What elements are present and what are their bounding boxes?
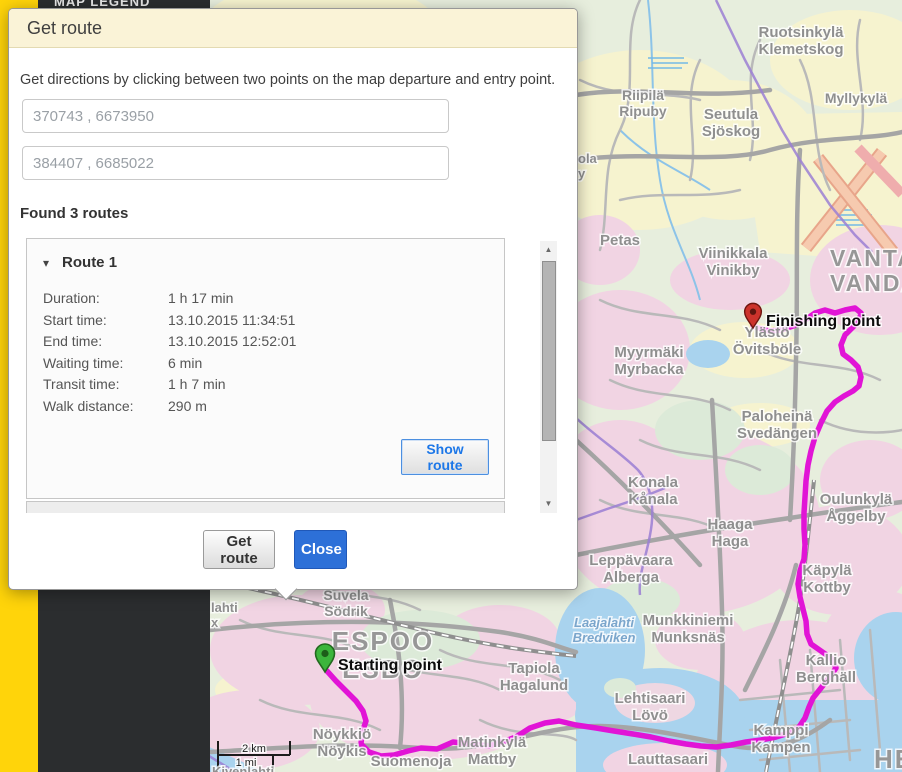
detail-label: Walk distance: (43, 396, 168, 418)
map-label: RiipiläRipuby (619, 87, 667, 119)
scrollbar-down-icon[interactable]: ▼ (540, 497, 557, 511)
collapse-caret-icon[interactable]: ▾ (43, 257, 49, 269)
map-label: Suomenoja (371, 753, 453, 770)
map-label: SeutulaSjöskog (702, 106, 760, 140)
map-label: SuvelaSödrik (323, 587, 368, 619)
map-label: VANTAAVANDA (830, 245, 902, 296)
detail-label: Duration: (43, 288, 168, 310)
map-label: HELSINKI (874, 744, 902, 772)
route-detail-row: End time:13.10.2015 12:52:01 (43, 331, 504, 353)
scrollbar-up-icon[interactable]: ▲ (540, 243, 557, 257)
finish-marker-label: Finishing point (766, 313, 881, 330)
routes-scrollbar[interactable]: ▲ ▼ (540, 241, 557, 513)
map-label: PaloheinäSvedängen (737, 408, 817, 442)
route-detail-row: Start time:13.10.2015 11:34:51 (43, 310, 504, 332)
map-label: NöykkiöNöykis (313, 726, 371, 760)
dialog-instruction: Get directions by clicking between two p… (20, 72, 572, 88)
map-label: Kivenlahti (212, 764, 274, 772)
finish-pin-dot (750, 309, 756, 315)
map-label: KamppiKampen (751, 722, 810, 756)
detail-value: 1 h 17 min (168, 288, 233, 310)
route-1-accordion: ▾ Route 1 Duration:1 h 17 minStart time:… (26, 238, 505, 499)
route-2-header-partial[interactable] (26, 501, 505, 513)
map-label: ESPOOESBO (332, 626, 434, 684)
map-label: OulunkyläÅggelby (820, 491, 893, 525)
route-1-header[interactable]: ▾ Route 1 (27, 239, 504, 271)
show-route-button[interactable]: Show route (401, 439, 489, 475)
route-detail-row: Walk distance:290 m (43, 396, 504, 418)
scrollbar-thumb[interactable] (542, 261, 556, 441)
departure-point-input[interactable] (22, 99, 449, 133)
map-label: ViinikkalaVinikby (699, 245, 769, 279)
detail-value: 13.10.2015 12:52:01 (168, 331, 296, 353)
routes-scroll-area: ▾ Route 1 Duration:1 h 17 minStart time:… (26, 238, 538, 513)
detail-value: 1 h 7 min (168, 374, 226, 396)
map-label: KäpyläKottby (802, 562, 852, 596)
route-detail-row: Duration:1 h 17 min (43, 288, 504, 310)
route-detail-row: Transit time:1 h 7 min (43, 374, 504, 396)
detail-label: End time: (43, 331, 168, 353)
detail-label: Start time: (43, 310, 168, 332)
detail-value: 13.10.2015 11:34:51 (168, 310, 295, 332)
get-route-button[interactable]: Get route (203, 530, 275, 569)
results-heading: Found 3 routes (20, 205, 128, 222)
close-button[interactable]: Close (294, 530, 347, 569)
scale-km-label: 2 km (242, 743, 266, 755)
map-label: KonalaKånala (628, 474, 679, 508)
map-label: MunkkiniemiMunksnäs (643, 612, 734, 646)
map-label: Myllykylä (825, 90, 887, 106)
map-label: MyyrmäkiMyrbacka (614, 344, 684, 378)
detail-value: 290 m (168, 396, 207, 418)
map-label: LaajalahtiBredviken (573, 615, 636, 645)
start-marker-label: Starting point (338, 657, 443, 674)
dialog-header: Get route (9, 9, 577, 48)
detail-label: Waiting time: (43, 353, 168, 375)
route-details: Duration:1 h 17 minStart time:13.10.2015… (43, 288, 504, 417)
start-pin-dot (321, 650, 328, 657)
entry-point-input[interactable] (22, 146, 449, 180)
app-screen: 2 km 1 mi RiipiläRipubyRuotsinkyläKlemet… (0, 0, 902, 772)
dialog-title: Get route (27, 18, 102, 39)
map-label: Lauttasaari (628, 751, 708, 768)
route-detail-row: Waiting time:6 min (43, 353, 504, 375)
map-label: HaagaHaga (707, 516, 753, 550)
detail-label: Transit time: (43, 374, 168, 396)
detail-value: 6 min (168, 353, 202, 375)
map-label: TapiolaHagalund (500, 660, 568, 694)
map-label: Petas (600, 232, 640, 249)
get-route-dialog: Get route Get directions by clicking bet… (8, 8, 578, 590)
route-1-title: Route 1 (62, 254, 117, 271)
map-label: RuotsinkyläKlemetskog (758, 24, 844, 58)
